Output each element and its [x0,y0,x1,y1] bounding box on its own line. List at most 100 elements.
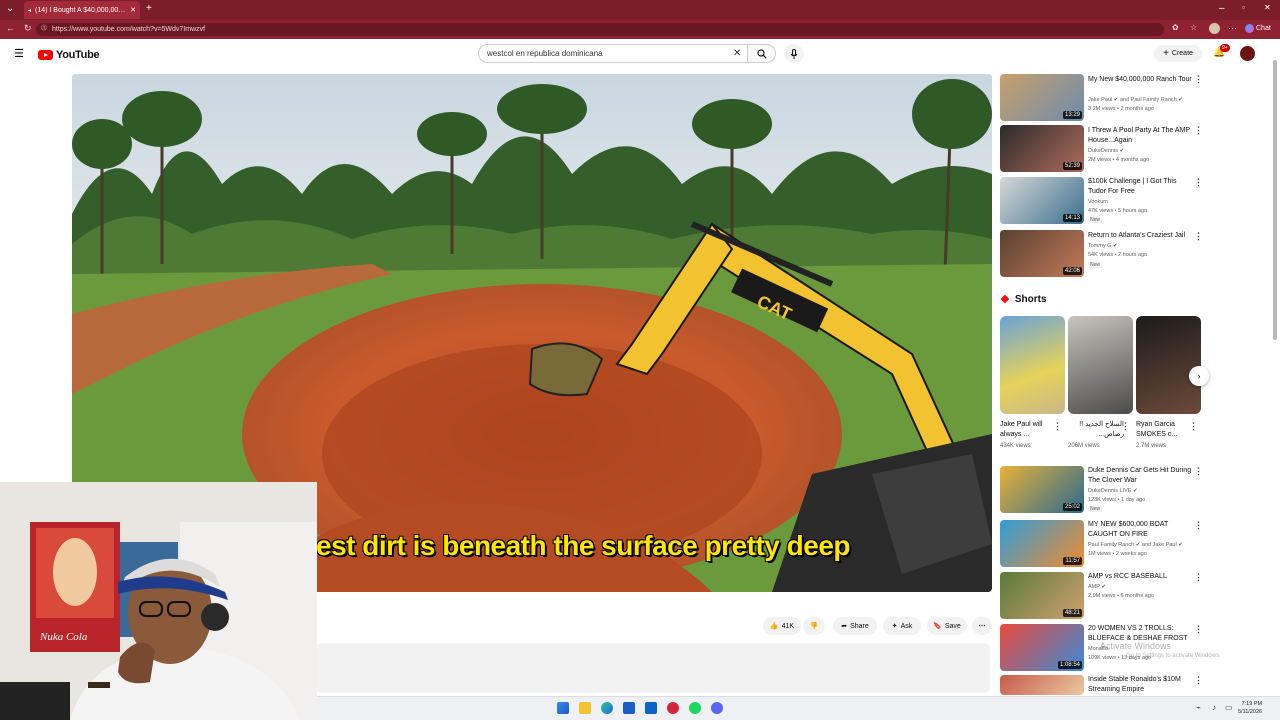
video-menu-icon[interactable]: ⋮ [1194,572,1203,583]
activate-windows-watermark: Activate Windows [1100,641,1172,651]
more-actions-button[interactable]: ⋯ [972,617,992,635]
video-thumbnail[interactable]: 42:06 [1000,230,1084,277]
clock-time: 7:19 PM [1241,701,1263,707]
bookmark-icon: 🔖 [933,623,942,630]
video-title[interactable]: Duke Dennis Car Gets Hit During The Clov… [1088,466,1192,486]
video-menu-icon[interactable]: ⋮ [1194,231,1203,242]
extension-icon[interactable]: ✿ [1172,23,1179,32]
file-explorer-icon[interactable] [579,702,591,714]
video-thumbnail[interactable]: 52:39 [1000,125,1084,172]
copilot-chat-button[interactable]: Chat [1245,24,1271,33]
video-channel[interactable]: DukeDennis ✔ [1088,147,1124,155]
video-channel[interactable]: Vookum [1088,198,1108,206]
search-input[interactable]: westcol en republica dominicana ✕ [478,44,748,63]
back-icon[interactable]: ← [6,23,15,33]
voice-search-button[interactable] [784,44,804,63]
video-menu-icon[interactable]: ⋮ [1194,520,1203,531]
description-box[interactable] [316,643,990,693]
browser-menu-icon[interactable]: ⋯ [1228,23,1237,34]
window-minimize-icon[interactable]: – [1219,3,1225,14]
tab-close-left-icon: ◂ [28,7,32,14]
video-channel[interactable]: DukeDennis LIVE ✔ [1088,487,1138,495]
video-title[interactable]: Return to Atlanta's Craziest Jail [1088,231,1192,241]
ask-button[interactable]: ✦ Ask [883,617,921,635]
video-title[interactable]: MY NEW $600,000 BOAT CAUGHT ON FIRE [1088,520,1192,540]
video-title[interactable]: My New $40,000,000 Ranch Tour [1088,75,1192,85]
new-tab-icon[interactable]: + [146,3,152,14]
video-channel[interactable]: Jake Paul ✔ and Paul Family Ranch ✔ [1088,96,1183,104]
short-title[interactable]: السلاح الجديد !! رصاص... [1068,420,1124,440]
network-icon[interactable]: ⌁ [1196,703,1201,712]
edge-browser-icon[interactable] [601,702,613,714]
search-button[interactable] [748,44,776,63]
like-button[interactable]: 👍 41K [763,617,801,635]
dislike-button[interactable]: 👎 [803,617,825,635]
address-bar[interactable]: ⓵ https://www.youtube.com/watch?v=5Wdv7I… [36,23,1164,36]
video-thumbnail[interactable]: 48:21 [1000,572,1084,619]
chevron-right-icon: › [1197,371,1201,381]
thumbs-up-icon: 👍 [769,623,779,630]
video-thumbnail[interactable]: 11:57 [1000,520,1084,567]
video-menu-icon[interactable]: ⋮ [1194,74,1203,85]
browser-tab-active[interactable]: ◂ (14) I Bought A $40,000,000 R ✕ [24,1,140,19]
create-button[interactable]: + Create [1154,45,1202,62]
favorites-icon[interactable]: ☆ [1190,23,1197,32]
video-title[interactable]: $100k Challenge | I Got This Tudor For F… [1088,177,1192,197]
video-menu-icon[interactable]: ⋮ [1194,675,1203,686]
video-channel[interactable]: AMP ✔ [1088,583,1106,591]
video-thumbnail[interactable]: 1:08:54 [1000,624,1084,671]
short-menu-icon[interactable]: ⋮ [1189,421,1198,432]
video-title[interactable]: Inside Stable Ronaldo's $10M Streaming E… [1088,675,1192,695]
system-clock[interactable]: 7:19 PM 5/11/2026 [1238,700,1262,716]
shorts-section-heading: ❖ Shorts [1000,293,1047,306]
outlook-icon[interactable] [645,702,657,714]
tab-list-icon[interactable]: ⌄ [6,3,14,14]
short-thumbnail[interactable] [1068,316,1133,414]
short-menu-icon[interactable]: ⋮ [1121,421,1130,432]
video-channel[interactable]: Tommy G ✔ [1088,242,1118,250]
volume-icon[interactable]: ♪ [1212,703,1216,712]
short-thumbnail[interactable] [1000,316,1065,414]
video-thumbnail[interactable]: 25:02 [1000,466,1084,513]
video-menu-icon[interactable]: ⋮ [1194,177,1203,188]
profile-avatar[interactable] [1209,23,1220,34]
share-button[interactable]: ➦ Share [833,617,877,635]
shorts-next-button[interactable]: › [1189,366,1209,386]
video-meta: 1M views • 2 weeks ago [1088,551,1147,557]
youtube-logo[interactable]: YouTube [38,49,100,61]
video-meta: 123K views • 1 day ago [1088,497,1146,503]
search-icon [756,48,767,59]
clear-search-icon[interactable]: ✕ [733,45,741,62]
page-scrollbar-thumb[interactable] [1273,60,1277,340]
shorts-icon: ❖ [1000,294,1010,306]
short-menu-icon[interactable]: ⋮ [1053,421,1062,432]
short-title[interactable]: Ryan Garcia SMOKES c... [1136,420,1192,440]
video-thumbnail[interactable]: 14:13 [1000,177,1084,224]
account-avatar[interactable] [1240,46,1255,61]
short-title[interactable]: Jake Paul will always ... [1000,420,1056,440]
video-title[interactable]: AMP vs RCC BASEBALL [1088,572,1192,582]
battery-icon[interactable]: ▭ [1225,703,1233,712]
spotify-icon[interactable] [689,702,701,714]
video-menu-icon[interactable]: ⋮ [1194,466,1203,477]
windows-start-icon[interactable] [557,702,569,714]
discord-icon[interactable] [711,702,723,714]
window-close-icon[interactable]: ✕ [1264,3,1271,12]
hamburger-menu-icon[interactable]: ☰ [14,47,24,60]
window-maximize-icon[interactable]: ▫ [1242,3,1245,12]
tab-close-icon[interactable]: ✕ [130,6,136,14]
reload-icon[interactable]: ↻ [24,23,32,34]
video-channel[interactable]: Paul Family Ranch ✔ and Jake Paul ✔ [1088,541,1183,549]
video-menu-icon[interactable]: ⋮ [1194,624,1203,635]
save-button[interactable]: 🔖 Save [927,617,967,635]
video-title[interactable]: I Threw A Pool Party At The AMP House...… [1088,126,1192,146]
media-app-icon[interactable] [667,702,679,714]
site-info-icon[interactable]: ⓵ [41,23,47,36]
video-thumbnail[interactable]: 13:29 [1000,74,1084,121]
video-menu-icon[interactable]: ⋮ [1194,125,1203,136]
video-duration: 48:21 [1062,609,1082,617]
store-icon[interactable] [623,702,635,714]
video-thumbnail[interactable] [1000,675,1084,695]
short-thumbnail[interactable] [1136,316,1201,414]
youtube-play-icon [38,50,53,60]
